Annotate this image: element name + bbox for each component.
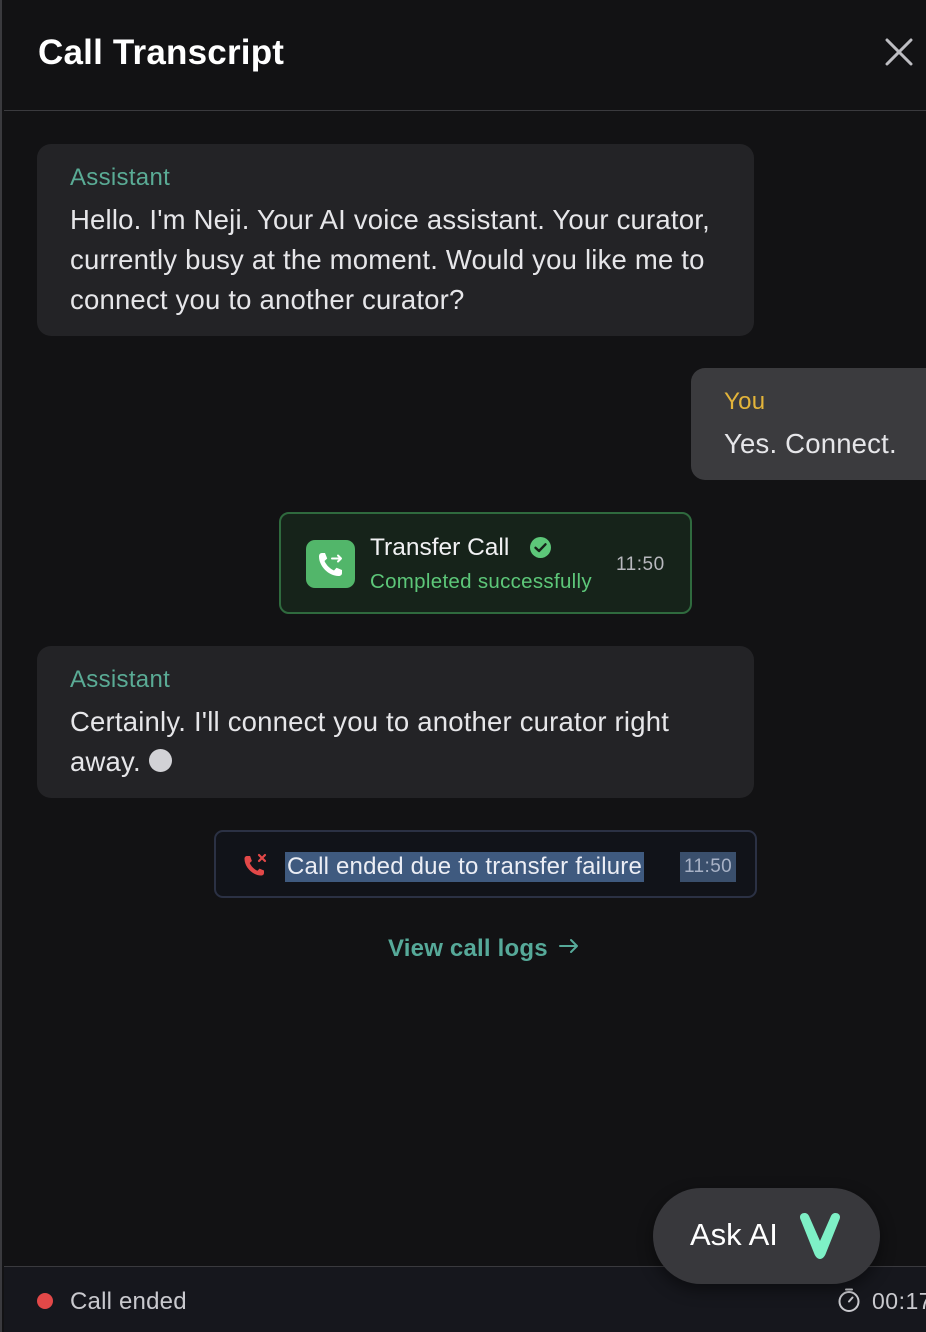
speaker-label: Assistant xyxy=(70,164,171,191)
call-ended-card: Call ended due to transfer failure 11:50 xyxy=(214,830,757,898)
message-text: Yes. Connect. xyxy=(724,428,897,459)
typing-indicator xyxy=(148,749,172,772)
close-icon xyxy=(885,38,913,66)
phone-missed-icon xyxy=(244,853,267,876)
speaker-label: You xyxy=(724,388,766,415)
view-call-logs-label: View call logs xyxy=(388,935,548,962)
speaker-label: Assistant xyxy=(70,666,171,693)
ask-ai-button[interactable]: Ask AI xyxy=(653,1188,880,1284)
assistant-message: Assistant Hello. I'm Neji. Your AI voice… xyxy=(37,144,754,336)
transfer-status: Completed successfully xyxy=(370,570,592,593)
phone-transfer-icon xyxy=(306,540,355,588)
page-title: Call Transcript xyxy=(38,33,285,72)
call-ended-time: 11:50 xyxy=(680,852,737,882)
view-call-logs-link[interactable]: View call logs xyxy=(388,935,580,963)
ask-ai-label: Ask AI xyxy=(690,1217,778,1252)
transfer-time: 11:50 xyxy=(616,554,665,575)
status-indicator-dot xyxy=(37,1293,53,1309)
assistant-message: Assistant Certainly. I'll connect you to… xyxy=(37,646,754,798)
check-circle-icon xyxy=(530,537,551,558)
close-button[interactable] xyxy=(880,33,918,71)
message-text-wrapper: Certainly. I'll connect you to another c… xyxy=(70,702,730,782)
call-duration: 00:17 xyxy=(872,1288,926,1314)
v-logo-icon xyxy=(800,1213,840,1259)
call-status: Call ended xyxy=(70,1288,187,1315)
call-ended-text: Call ended due to transfer failure xyxy=(285,852,645,882)
user-message: You Yes. Connect. xyxy=(691,368,926,480)
call-transcript-panel: Call Transcript Assistant Hello. I'm Nej… xyxy=(0,0,926,1332)
panel-header: Call Transcript xyxy=(4,0,926,111)
transfer-call-card: Transfer Call Completed successfully 11:… xyxy=(279,512,692,614)
stopwatch-icon xyxy=(838,1288,860,1312)
transfer-title: Transfer Call xyxy=(370,534,510,561)
message-text: Hello. I'm Neji. Your AI voice assistant… xyxy=(70,204,710,315)
arrow-right-icon xyxy=(558,939,578,953)
